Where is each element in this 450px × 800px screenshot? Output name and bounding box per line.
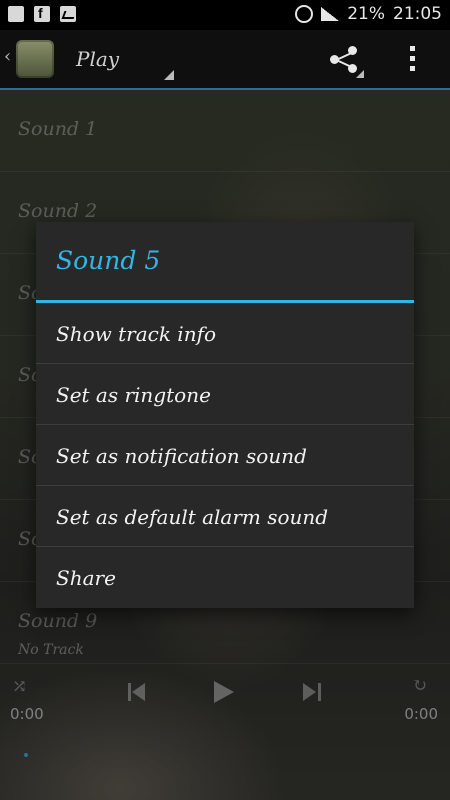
menu-item-show-track-info[interactable]: Show track info bbox=[36, 303, 414, 364]
share-icon[interactable] bbox=[328, 44, 358, 74]
app-icon[interactable] bbox=[16, 40, 54, 78]
signal-icon bbox=[321, 7, 340, 21]
spinner-caret-icon bbox=[164, 70, 174, 80]
gallery-icon bbox=[60, 6, 76, 22]
dialog-title: Sound 5 bbox=[56, 246, 161, 275]
share-caret-icon bbox=[356, 70, 364, 78]
back-chevron-icon[interactable]: ‹ bbox=[4, 48, 14, 66]
menu-item-label: Share bbox=[56, 566, 116, 590]
menu-item-label: Set as notification sound bbox=[56, 444, 307, 468]
menu-item-label: Set as default alarm sound bbox=[56, 505, 329, 529]
menu-item-set-alarm-sound[interactable]: Set as default alarm sound bbox=[36, 486, 414, 547]
facebook-icon bbox=[34, 5, 50, 22]
context-dialog: Sound 5 Show track info Set as ringtone … bbox=[36, 222, 414, 608]
clock: 21:05 bbox=[393, 4, 442, 24]
alarm-icon bbox=[295, 5, 314, 23]
overflow-menu-icon[interactable] bbox=[410, 46, 416, 72]
status-bar: 21% 21:05 bbox=[0, 0, 450, 30]
menu-item-set-notification-sound[interactable]: Set as notification sound bbox=[36, 425, 414, 486]
menu-item-share[interactable]: Share bbox=[36, 547, 414, 607]
action-bar: ‹ Play bbox=[0, 30, 450, 90]
battery-level: 21% bbox=[347, 4, 385, 24]
notification-icon bbox=[8, 6, 24, 22]
action-bar-title[interactable]: Play bbox=[76, 47, 119, 71]
menu-item-set-ringtone[interactable]: Set as ringtone bbox=[36, 364, 414, 425]
menu-item-label: Show track info bbox=[56, 322, 217, 346]
dialog-menu: Show track info Set as ringtone Set as n… bbox=[36, 303, 414, 607]
menu-item-label: Set as ringtone bbox=[56, 383, 211, 407]
